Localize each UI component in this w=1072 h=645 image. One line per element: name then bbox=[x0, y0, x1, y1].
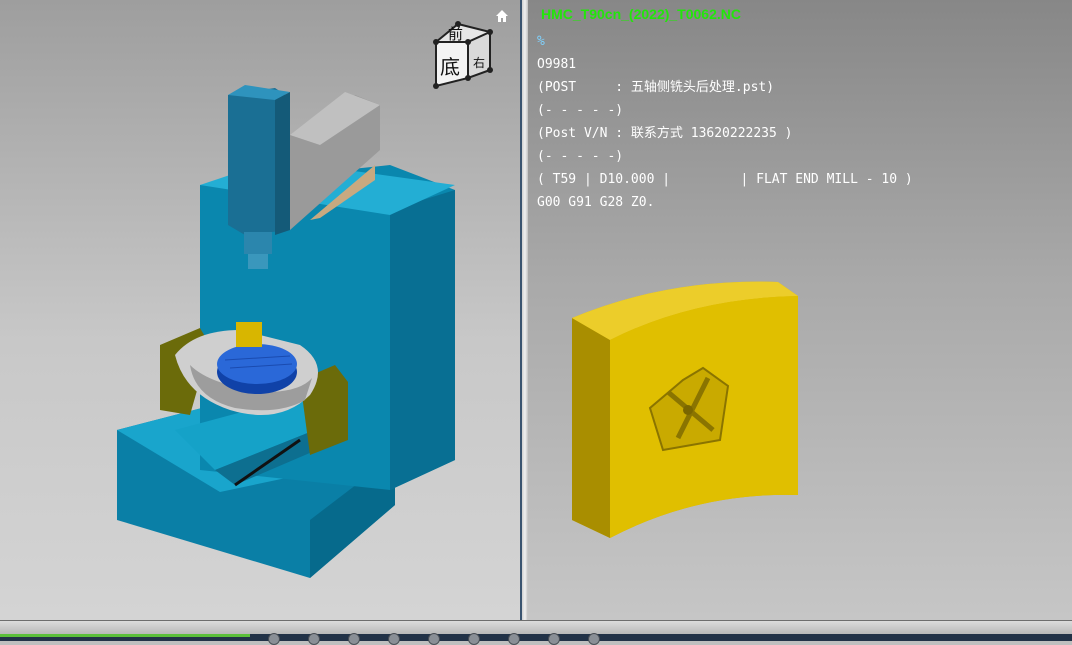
progress-fill bbox=[0, 634, 250, 637]
toolbar-dot[interactable] bbox=[308, 633, 320, 645]
view-cube-front-label: 前 bbox=[448, 25, 464, 43]
toolbar-dot[interactable] bbox=[588, 633, 600, 645]
view-cube-bottom-label: 底 bbox=[440, 55, 460, 79]
toolbar-dot[interactable] bbox=[548, 633, 560, 645]
machine-viewport[interactable]: 前 底 右 bbox=[0, 0, 522, 620]
spindle-head-side bbox=[275, 92, 290, 235]
view-cube-icon[interactable]: 前 底 右 bbox=[428, 18, 498, 93]
tool-holder bbox=[248, 254, 268, 269]
workpiece-side bbox=[572, 318, 610, 538]
toolbar-dot[interactable] bbox=[348, 633, 360, 645]
nc-viewport[interactable]: HMC_T90cn_(2022)_T0062.NC % O9981 (POST … bbox=[528, 0, 1072, 620]
toolbar-dot[interactable] bbox=[388, 633, 400, 645]
toolbar-dot[interactable] bbox=[268, 633, 280, 645]
machine-column-side bbox=[390, 190, 455, 490]
workpiece-model bbox=[572, 281, 798, 538]
toolbar-dot[interactable] bbox=[468, 633, 480, 645]
machine-model bbox=[117, 85, 455, 578]
toolbar-dot[interactable] bbox=[428, 633, 440, 645]
view-cube-side-label: 右 bbox=[473, 56, 486, 70]
toolbar-dot[interactable] bbox=[508, 633, 520, 645]
status-bar bbox=[0, 620, 1072, 645]
fixture-block bbox=[236, 322, 262, 347]
spindle-nose bbox=[244, 232, 272, 254]
